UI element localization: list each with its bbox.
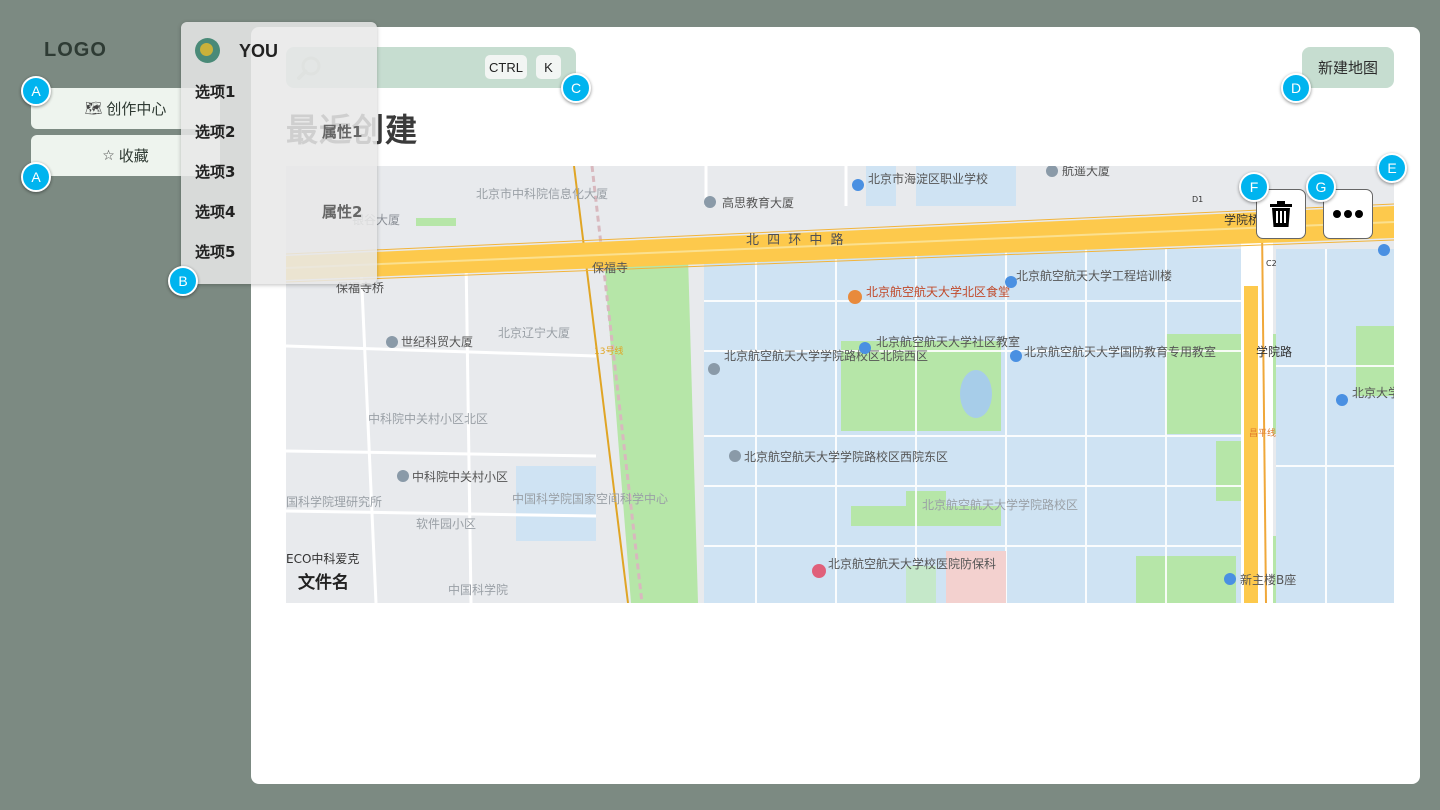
menu-option-1[interactable]: 选项1 [195,81,235,102]
marker-a: A [21,162,51,192]
map-label: 学院桥 [1224,212,1260,227]
user-menu-popup: YOU 选项1 选项2 选项3 选项4 选项5 属性1 属性2 [181,22,377,284]
shortcut-k-key: K [536,55,561,79]
map-label: 北京航空航天大学校医院防保科 [828,556,996,571]
map-label: 航遥大厦 [1062,166,1110,178]
marker-f: F [1239,172,1269,202]
menu-option-2[interactable]: 选项2 [195,121,235,142]
map-icon: 🗺 [84,100,103,117]
marker-b: B [168,266,198,296]
map-label: 北京辽宁大厦 [498,325,570,340]
property-1: 属性1 [322,123,363,141]
map-thumbnail: 北 四 环 中 路 保福寺 保福寺桥 银谷大厦 北京市中科院信息化大厦 高思教育… [286,166,1394,603]
map-label: 世纪科贸大厦 [401,335,473,349]
map-card[interactable]: 北 四 环 中 路 保福寺 保福寺桥 银谷大厦 北京市中科院信息化大厦 高思教育… [286,166,1394,603]
more-dots-icon [1333,210,1363,218]
trash-icon [1270,201,1292,227]
map-label: 中科院中关村小区 [412,469,508,484]
map-label: 新主楼B座 [1240,572,1296,587]
map-label: 北 四 环 中 路 [746,232,846,248]
map-label: 北京航空航天大学工程培训楼 [1016,268,1172,283]
marker-c: C [561,73,591,103]
menu-option-3[interactable]: 选项3 [195,161,235,182]
username: YOU [239,41,279,61]
sidebar-item-label: 收藏 [118,147,149,165]
property-2: 属性2 [322,203,363,221]
map-label: D1 [1192,195,1203,204]
shortcut-ctrl-key: CTRL [485,55,527,79]
map-label: 北京航空航天大学北区食堂 [866,284,1010,299]
logo: LOGO [44,39,107,61]
star-icon: ☆ [102,147,115,164]
map-label: 保福寺 [592,260,628,275]
menu-option-4[interactable]: 选项4 [195,201,235,222]
map-label: 北京航空航天大学学院路校区西院东区 [744,449,948,464]
marker-a: A [21,76,51,106]
map-label: 昌平线 [1249,427,1276,439]
map-label: 国科学院理研究所 [286,494,382,509]
map-label: 北京航空航天大学国防教育专用教室 [1024,344,1216,359]
sidebar-item-label: 创作中心 [106,100,167,118]
file-name: 文件名 [298,573,349,593]
map-label: 13号线 [594,345,623,357]
map-label: ECO中科爱克 [286,551,359,566]
map-label: 学院路 [1256,344,1292,359]
menu-option-5[interactable]: 选项5 [195,241,235,262]
map-label: 北京市海淀区职业学校 [868,171,988,186]
avatar[interactable] [195,38,220,63]
marker-g: G [1306,172,1336,202]
map-label: 北京市中科院信息化大厦 [476,186,608,201]
marker-e: E [1377,153,1407,183]
map-label: 北京航空航天大学社区教室 [876,334,1020,349]
map-label: C2 [1266,259,1277,268]
main-panel: CTRL K 新建地图 最近创建 [251,27,1420,784]
marker-d: D [1281,73,1311,103]
map-label: 中国科学院 [448,582,508,597]
map-label: 北京航空航天大学学院路校区北院西区 [724,348,928,363]
map-label: 中科院中关村小区北区 [368,411,488,426]
map-label: 中国科学院国家空间科学中心 [512,491,668,506]
map-label: 北京大学第九教室 [1352,385,1394,400]
map-label: 软件园小区 [416,517,476,531]
map-label: 高思教育大厦 [722,195,794,210]
new-map-button[interactable]: 新建地图 [1302,47,1394,88]
map-label: 北京航空航天大学学院路校区 [922,497,1078,512]
